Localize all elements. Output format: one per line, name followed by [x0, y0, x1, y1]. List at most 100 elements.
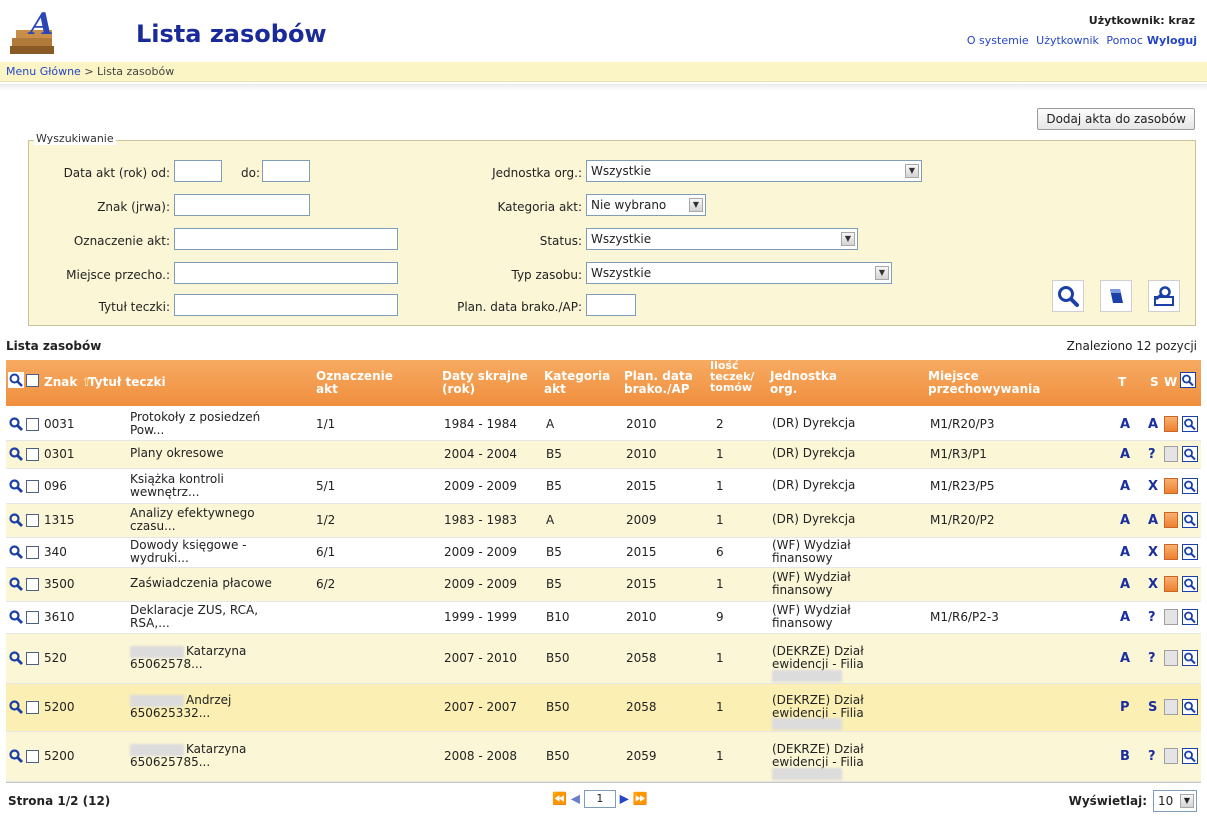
cell-folder-title[interactable]: Plany okresowe [130, 447, 310, 460]
col-place[interactable]: Miejsce przechowywania [928, 370, 1040, 396]
cell-folder-title[interactable]: Katarzyna 650625785... [130, 743, 310, 769]
status-inactive-icon[interactable] [1164, 650, 1178, 666]
row-checkbox[interactable] [26, 514, 39, 527]
col-plan-date[interactable]: Plan. data brako./AP [624, 370, 693, 396]
help-link[interactable]: Pomoc [1106, 34, 1142, 47]
preview-icon[interactable] [1182, 544, 1198, 560]
table-row[interactable]: 5200 Andrzej 650625332... 2007 - 2007 B50… [6, 684, 1201, 732]
col-count[interactable]: Ilość teczek/tomów [710, 360, 754, 393]
last-page-icon[interactable]: ⏩ [633, 792, 648, 806]
search-icon[interactable] [8, 576, 24, 592]
search-icon[interactable] [8, 512, 24, 528]
status-inactive-icon[interactable] [1164, 609, 1178, 625]
cell-folder-title[interactable]: Dowody księgowe - wydruki... [130, 539, 310, 565]
col-org-unit[interactable]: Jednostka org. [770, 370, 837, 396]
cell-folder-title[interactable]: Protokoły z posiedzeń Pow... [130, 411, 310, 437]
advanced-search-button[interactable] [1148, 280, 1180, 312]
page-input[interactable]: 1 [583, 790, 616, 808]
preview-icon[interactable] [1182, 576, 1198, 592]
cell-folder-title[interactable]: Książka kontroli wewnętrz... [130, 473, 310, 499]
add-records-button[interactable]: Dodaj akta do zasobów [1037, 108, 1195, 130]
cell-folder-title[interactable]: Deklaracje ZUS, RCA, RSA,... [130, 604, 310, 630]
preview-icon[interactable] [1182, 748, 1198, 764]
search-icon[interactable] [8, 478, 24, 494]
cell-folder-title[interactable]: Andrzej 650625332... [130, 694, 310, 720]
prev-page-icon[interactable]: ◀ [571, 792, 580, 806]
search-icon[interactable] [8, 748, 24, 764]
sign-input[interactable] [174, 194, 310, 216]
status-active-icon[interactable] [1164, 416, 1178, 432]
col-category[interactable]: Kategoria akt [544, 370, 610, 396]
table-row[interactable]: 5200 Katarzyna 650625785... 2008 - 2008 B… [6, 732, 1201, 782]
folder-title-input[interactable] [174, 294, 398, 316]
preview-icon[interactable] [1180, 372, 1196, 388]
search-button[interactable] [1052, 280, 1084, 312]
status-active-icon[interactable] [1164, 544, 1178, 560]
table-row[interactable]: 096 Książka kontroli wewnętrz... 5/1 2009… [6, 469, 1201, 504]
col-s[interactable]: S [1150, 376, 1159, 389]
status-select[interactable]: Wszystkie ▼ [586, 228, 858, 250]
row-checkbox[interactable] [26, 480, 39, 493]
row-checkbox[interactable] [26, 611, 39, 624]
org-unit-select[interactable]: Wszystkie ▼ [586, 160, 922, 182]
search-icon[interactable] [8, 446, 24, 462]
disposal-input[interactable] [586, 294, 636, 316]
status-inactive-icon[interactable] [1164, 446, 1178, 462]
status-inactive-icon[interactable] [1164, 748, 1178, 764]
preview-icon[interactable] [1182, 446, 1198, 462]
row-checkbox[interactable] [26, 652, 39, 665]
col-w[interactable]: W [1164, 376, 1177, 389]
table-row[interactable]: 340 Dowody księgowe - wydruki... 6/1 2009… [6, 538, 1201, 568]
search-icon[interactable] [8, 699, 24, 715]
cell-folder-title[interactable]: Analizy efektywnego czasu... [130, 507, 310, 533]
search-icon[interactable] [8, 544, 24, 560]
col-t[interactable]: T [1118, 376, 1126, 389]
category-select[interactable]: Nie wybrano ▼ [586, 194, 706, 216]
col-folder-title[interactable]: Tytuł teczki [88, 376, 166, 389]
date-to-input[interactable] [262, 160, 310, 182]
col-dates[interactable]: Daty skrajne (rok) [442, 370, 528, 396]
logout-link[interactable]: Wyloguj [1147, 34, 1197, 47]
select-all-checkbox[interactable] [26, 374, 39, 387]
type-select[interactable]: Wszystkie ▼ [586, 262, 892, 284]
table-row[interactable]: 3610 Deklaracje ZUS, RCA, RSA,... 1999 - … [6, 602, 1201, 634]
table-row[interactable]: 1315 Analizy efektywnego czasu... 1/2 198… [6, 504, 1201, 538]
status-inactive-icon[interactable] [1164, 699, 1178, 715]
date-from-input[interactable] [174, 160, 222, 182]
row-checkbox[interactable] [26, 750, 39, 763]
user-link[interactable]: Użytkownik [1036, 34, 1099, 47]
clear-button[interactable] [1100, 280, 1132, 312]
row-checkbox[interactable] [26, 701, 39, 714]
search-icon[interactable] [8, 650, 24, 666]
cell-folder-title[interactable]: Katarzyna 65062578... [130, 645, 310, 671]
status-active-icon[interactable] [1164, 576, 1178, 592]
about-link[interactable]: O systemie [967, 34, 1029, 47]
breadcrumb-home[interactable]: Menu Główne [6, 65, 81, 78]
col-sign[interactable]: Znak ⇧ [44, 376, 92, 389]
table-row[interactable]: 0031 Protokoły z posiedzeń Pow... 1/1 198… [6, 408, 1201, 441]
row-checkbox[interactable] [26, 448, 39, 461]
search-icon[interactable] [8, 372, 24, 388]
preview-icon[interactable] [1182, 650, 1198, 666]
row-checkbox[interactable] [26, 578, 39, 591]
mark-input[interactable] [174, 228, 398, 250]
row-checkbox[interactable] [26, 546, 39, 559]
col-mark[interactable]: Oznaczenie akt [316, 370, 393, 396]
table-row[interactable]: 0301 Plany okresowe 2004 - 2004 B5 2010 … [6, 441, 1201, 469]
table-row[interactable]: 3500 Zaświadczenia płacowe 6/2 2009 - 20… [6, 568, 1201, 602]
preview-icon[interactable] [1182, 699, 1198, 715]
preview-icon[interactable] [1182, 416, 1198, 432]
cell-folder-title[interactable]: Zaświadczenia płacowe [130, 577, 310, 590]
status-active-icon[interactable] [1164, 478, 1178, 494]
per-page-select[interactable]: 10 ▼ [1153, 790, 1197, 812]
status-active-icon[interactable] [1164, 512, 1178, 528]
preview-icon[interactable] [1182, 609, 1198, 625]
table-row[interactable]: 520 Katarzyna 65062578... 2007 - 2010 B50… [6, 634, 1201, 684]
search-icon[interactable] [8, 609, 24, 625]
preview-icon[interactable] [1182, 512, 1198, 528]
search-icon[interactable] [8, 416, 24, 432]
preview-icon[interactable] [1182, 478, 1198, 494]
place-input[interactable] [174, 262, 398, 284]
next-page-icon[interactable]: ▶ [620, 792, 629, 806]
row-checkbox[interactable] [26, 418, 39, 431]
